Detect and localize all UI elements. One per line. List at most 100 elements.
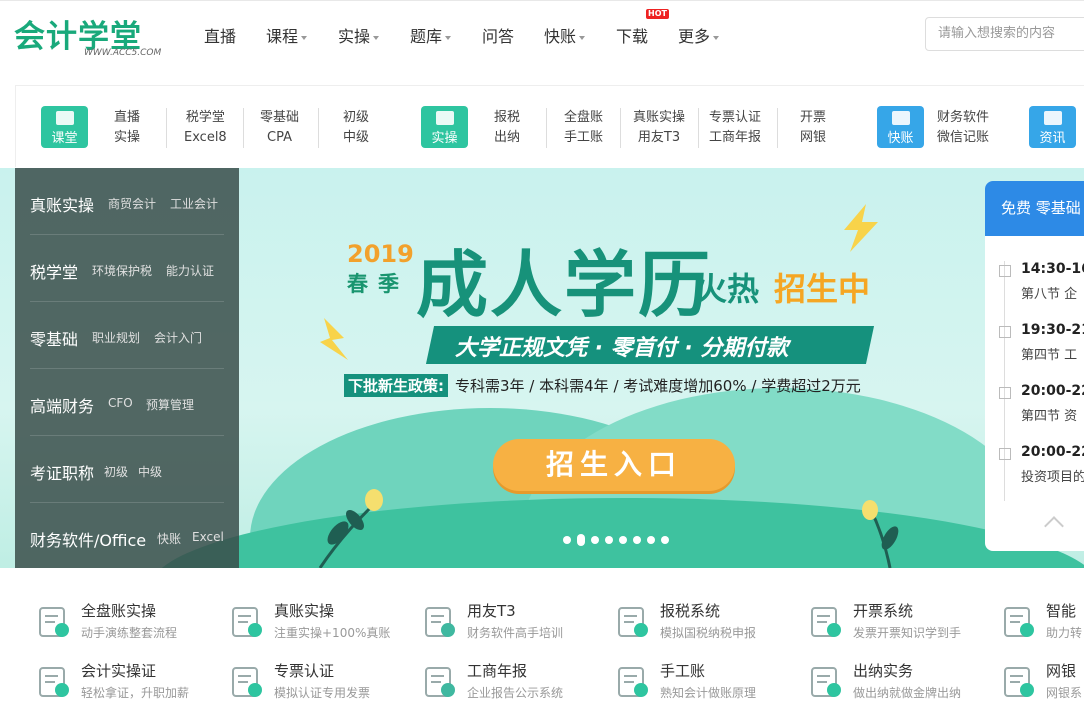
service-title: 专票认证: [274, 662, 335, 680]
category-link[interactable]: 出纳: [494, 128, 520, 148]
sidebar-sub-link[interactable]: 商贸会计: [108, 195, 156, 212]
sidebar-sub-link[interactable]: Excel: [192, 530, 224, 544]
carousel-dot[interactable]: [591, 536, 599, 544]
software-icon: [425, 607, 455, 637]
service-item[interactable]: 开票系统 发票开票知识学到手: [808, 600, 988, 646]
news-icon[interactable]: 资讯: [1029, 106, 1076, 148]
practice-icon[interactable]: 实操: [421, 106, 468, 148]
service-item[interactable]: 工商年报 企业报告公示系统: [422, 660, 602, 706]
sidebar-item[interactable]: 考证职称 初级 中级: [30, 436, 224, 503]
nav-more[interactable]: 更多: [678, 23, 720, 47]
category-column[interactable]: 财务软件 微信记账: [937, 108, 989, 148]
sidebar-item[interactable]: 财务软件/Office 快账 Excel: [30, 503, 224, 568]
sidebar-main-label[interactable]: 考证职称: [30, 460, 94, 484]
sidebar-main-label[interactable]: 零基础: [30, 326, 78, 350]
category-link[interactable]: 用友T3: [633, 128, 685, 148]
service-item[interactable]: 全盘账实操 动手演练整套流程: [36, 600, 216, 646]
category-column[interactable]: 专票认证 工商年报: [709, 108, 761, 148]
service-item[interactable]: 用友T3 财务软件高手培训: [422, 600, 602, 646]
live-tabs[interactable]: 免费 零基础: [985, 181, 1084, 236]
category-link[interactable]: CPA: [260, 128, 299, 148]
sidebar-item[interactable]: 税学堂 环境保护税 能力认证: [30, 235, 224, 302]
category-link[interactable]: 零基础: [260, 108, 299, 128]
sidebar-item[interactable]: 高端财务 CFO 预算管理: [30, 369, 224, 436]
nav-quick-books[interactable]: 快账: [544, 23, 586, 47]
sidebar-main-label[interactable]: 财务软件/Office: [30, 527, 146, 551]
category-link[interactable]: Excel8: [184, 128, 227, 148]
category-link[interactable]: 财务软件: [937, 108, 989, 128]
classroom-icon[interactable]: 课堂: [41, 106, 88, 148]
sidebar-sub-link[interactable]: 预算管理: [146, 396, 194, 413]
category-column[interactable]: 报税 出纳: [494, 108, 520, 148]
category-link[interactable]: 全盘账: [564, 108, 603, 128]
category-link[interactable]: 真账实操: [633, 108, 685, 128]
carousel-dot[interactable]: [661, 536, 669, 544]
sidebar-sub-link[interactable]: 职业规划: [92, 329, 140, 346]
category-column[interactable]: 税学堂 Excel8: [184, 108, 227, 148]
nav-download[interactable]: 下载: [616, 23, 648, 47]
carousel-dot[interactable]: [605, 536, 613, 544]
category-link[interactable]: 实操: [114, 128, 140, 148]
category-link[interactable]: 中级: [343, 128, 369, 148]
sidebar-main-label[interactable]: 税学堂: [30, 259, 78, 283]
carousel-dot[interactable]: [563, 536, 571, 544]
service-item[interactable]: 网银 网银系: [1001, 660, 1084, 706]
sidebar-main-label[interactable]: 高端财务: [30, 393, 94, 417]
category-column[interactable]: 真账实操 用友T3: [633, 108, 685, 148]
service-item[interactable]: 手工账 熟知会计做账原理: [615, 660, 795, 706]
category-link[interactable]: 工商年报: [709, 128, 761, 148]
sidebar-sub-link[interactable]: 工业会计: [170, 195, 218, 212]
category-link[interactable]: 手工账: [564, 128, 603, 148]
service-item[interactable]: 真账实操 注重实操+100%真账: [229, 600, 409, 646]
carousel-dot[interactable]: [577, 534, 585, 546]
site-logo[interactable]: 会计学堂 WWW.ACC5.COM: [14, 11, 174, 63]
category-link[interactable]: 税学堂: [184, 108, 227, 128]
category-link[interactable]: 开票: [800, 108, 826, 128]
search-input[interactable]: 请输入想搜索的内容: [925, 17, 1084, 51]
service-item[interactable]: 报税系统 模拟国税纳税申报: [615, 600, 795, 646]
service-subtitle: 网银系: [1046, 686, 1083, 700]
nav-label: 问答: [482, 27, 515, 46]
category-link[interactable]: 网银: [800, 128, 826, 148]
carousel-dot[interactable]: [619, 536, 627, 544]
category-column[interactable]: 初级 中级: [343, 108, 369, 148]
hero-banner[interactable]: 2019 春季 成人学历 火热 招生中 大学正规文凭 · 零首付 · 分期付款 …: [0, 168, 1084, 568]
category-icon-label: 快账: [887, 131, 914, 146]
nav-qa[interactable]: 问答: [482, 23, 514, 47]
service-item[interactable]: 智能 助力转: [1001, 600, 1084, 646]
nav-courses[interactable]: 课程: [266, 23, 308, 47]
sidebar-sub-link[interactable]: 环境保护税: [92, 262, 152, 279]
sidebar-sub-link[interactable]: 能力认证: [166, 262, 214, 279]
service-item[interactable]: 出纳实务 做出纳就做金牌出纳: [808, 660, 988, 706]
carousel-dot[interactable]: [633, 536, 641, 544]
enroll-button[interactable]: 招生入口: [493, 439, 735, 491]
nav-label: 更多: [678, 27, 711, 46]
sidebar-sub-link[interactable]: 中级: [138, 463, 162, 480]
nav-question-bank[interactable]: 题库: [410, 23, 452, 47]
ad-policy-tag: 下批新生政策:: [344, 374, 448, 397]
category-link[interactable]: 微信记账: [937, 128, 989, 148]
sidebar-main-label[interactable]: 真账实操: [30, 192, 94, 216]
category-link[interactable]: 专票认证: [709, 108, 761, 128]
nav-live[interactable]: 直播: [204, 23, 236, 47]
service-item[interactable]: 会计实操证 轻松拿证，升职加薪: [36, 660, 216, 706]
category-link[interactable]: 直播: [114, 108, 140, 128]
top-header: 会计学堂 WWW.ACC5.COM 直播 课程 实操 题库 问答 快账 下载 更…: [0, 0, 1084, 68]
chevron-up-icon[interactable]: [1044, 516, 1064, 536]
sidebar-sub-link[interactable]: 初级: [104, 463, 128, 480]
service-item[interactable]: 专票认证 模拟认证专用发票: [229, 660, 409, 706]
category-link[interactable]: 报税: [494, 108, 520, 128]
sidebar-sub-link[interactable]: 会计入门: [154, 329, 202, 346]
category-link[interactable]: 初级: [343, 108, 369, 128]
sidebar-item[interactable]: 真账实操 商贸会计 工业会计: [30, 168, 224, 235]
sidebar-sub-link[interactable]: 快账: [157, 530, 181, 547]
bookkeeping-icon[interactable]: 快账: [877, 106, 924, 148]
sidebar-item[interactable]: 零基础 职业规划 会计入门: [30, 302, 224, 369]
nav-practice[interactable]: 实操: [338, 23, 380, 47]
sidebar-sub-link[interactable]: CFO: [108, 396, 133, 410]
category-column[interactable]: 开票 网银: [800, 108, 826, 148]
category-column[interactable]: 零基础 CPA: [260, 108, 299, 148]
category-column[interactable]: 全盘账 手工账: [564, 108, 603, 148]
category-column[interactable]: 直播 实操: [114, 108, 140, 148]
carousel-dot[interactable]: [647, 536, 655, 544]
